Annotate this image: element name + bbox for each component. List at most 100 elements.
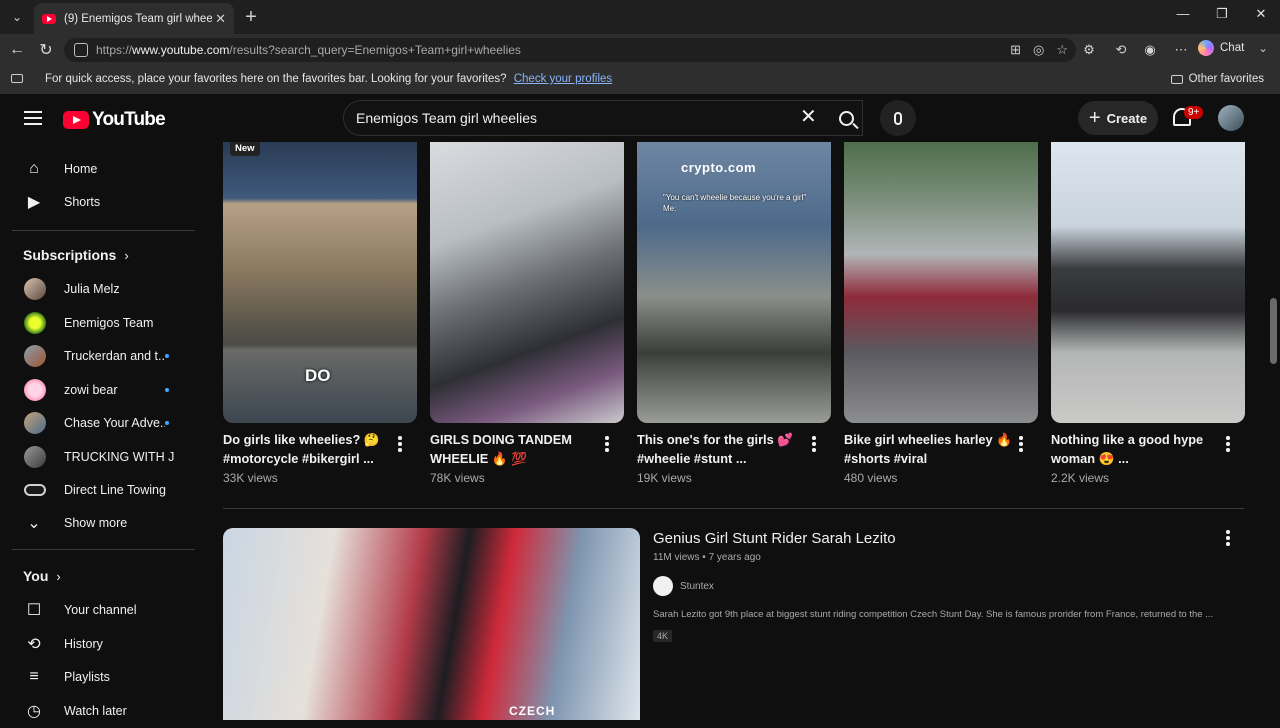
video-metadata: 11M views • 7 years ago (653, 552, 761, 563)
sidebar-item-playlists[interactable]: ≡ Playlists (12, 660, 192, 694)
short-views: 19K views (637, 471, 692, 485)
chevron-right-icon: › (124, 248, 129, 263)
sidebar-item-subscription[interactable]: Julia Melz (12, 272, 192, 306)
subscriptions-header[interactable]: Subscriptions › (23, 247, 129, 263)
scrollbar-thumb[interactable] (1270, 298, 1277, 364)
youtube-play-icon (63, 111, 89, 129)
tab-actions-menu-icon[interactable]: ⌄ (6, 6, 28, 28)
short-card[interactable]: crypto.com "You can't wheelie because yo… (637, 142, 831, 485)
short-title[interactable]: Nothing like a good hype woman 😍 ... (1051, 430, 1221, 468)
favorites-bar: For quick access, place your favorites h… (0, 66, 1280, 94)
more-options-icon[interactable]: ⋯ (1172, 42, 1190, 58)
window-close-icon[interactable]: ✕ (1246, 6, 1276, 22)
channel-name: Stuntex (680, 580, 714, 592)
sidebar-item-subscription[interactable]: Direct Line Towing (12, 473, 192, 507)
menu-icon[interactable] (24, 111, 42, 125)
search-input[interactable]: Enemigos Team girl wheelies (343, 100, 863, 136)
site-info-icon[interactable] (74, 43, 88, 57)
more-actions-icon[interactable] (1017, 436, 1025, 454)
subscription-name: Julia Melz (64, 282, 120, 296)
short-thumbnail[interactable]: crypto.com "You can't wheelie because yo… (637, 142, 831, 423)
video-title[interactable]: Genius Girl Stunt Rider Sarah Lezito (653, 530, 896, 547)
url-path: /results?search_query=Enemigos+Team+girl… (229, 43, 521, 57)
show-more-button[interactable]: ⌄ Show more (12, 506, 192, 540)
short-title[interactable]: Do girls like wheelies? 🤔 #motorcycle #b… (223, 430, 393, 468)
refresh-icon[interactable]: ↻ (36, 40, 56, 60)
short-title[interactable]: Bike girl wheelies harley 🔥 #shorts #vir… (844, 430, 1014, 468)
chevron-down-icon: ⌄ (27, 515, 41, 532)
short-views: 33K views (223, 471, 278, 485)
sidebar-item-subscription[interactable]: TRUCKING WITH J... (12, 440, 192, 474)
video-thumbnail[interactable]: CZECH (223, 528, 640, 720)
back-icon[interactable]: ← (7, 40, 27, 60)
clear-search-icon[interactable]: ✕ (800, 106, 817, 128)
tab-close-icon[interactable]: ✕ (215, 11, 226, 27)
sidebar-item-home[interactable]: ⌂ Home (12, 152, 192, 186)
short-card[interactable]: Nothing like a good hype woman 😍 ... 2.2… (1051, 142, 1245, 485)
favorite-star-icon[interactable]: ☆ (1056, 42, 1068, 58)
short-title[interactable]: GIRLS DOING TANDEM WHEELIE 🔥 💯 (430, 430, 600, 468)
url-prefix: https:// (96, 43, 133, 57)
subscription-name: zowi bear (64, 383, 118, 397)
short-thumbnail[interactable] (1051, 142, 1245, 423)
short-card[interactable]: GIRLS DOING TANDEM WHEELIE 🔥 💯 78K views (430, 142, 624, 485)
short-title[interactable]: This one's for the girls 💕 #wheelie #stu… (637, 430, 807, 468)
channel-avatar (24, 379, 46, 401)
microphone-icon (894, 111, 902, 125)
more-actions-icon[interactable] (810, 436, 818, 454)
short-thumbnail[interactable] (430, 142, 624, 423)
sidebar-item-label: Shorts (64, 195, 101, 209)
video-channel[interactable]: Stuntex (653, 576, 714, 596)
arena-sign-text: crypto.com (681, 160, 757, 175)
video-views: 11M views (653, 552, 700, 563)
more-actions-icon[interactable] (1224, 530, 1232, 548)
sidebar-item-your-channel[interactable]: ☐ Your channel (12, 593, 192, 627)
channel-avatar (24, 345, 46, 367)
short-thumbnail[interactable] (844, 142, 1038, 423)
youtube-masthead: YouTube Enemigos Team girl wheelies ✕ + … (0, 94, 1280, 142)
thumbnail-caption: "You can't wheelie because you're a girl… (663, 193, 807, 213)
history-icon[interactable]: ⟲ (1112, 42, 1130, 58)
new-tab-button[interactable]: + (240, 6, 262, 28)
account-avatar[interactable] (1218, 105, 1244, 131)
voice-search-button[interactable] (880, 100, 916, 136)
short-card[interactable]: New DO Do girls like wheelies? 🤔 #motorc… (223, 142, 417, 485)
app-available-icon[interactable]: ⊞ (1010, 42, 1021, 58)
sidebar-item-history[interactable]: ⟲ History (12, 627, 192, 661)
youtube-logo[interactable]: YouTube (63, 109, 166, 131)
maximize-icon[interactable]: ❐ (1207, 6, 1237, 22)
channel-avatar (24, 412, 46, 434)
notification-count-badge: 9+ (1184, 106, 1204, 119)
create-button[interactable]: + Create (1078, 101, 1158, 135)
sidebar-item-subscription[interactable]: zowi bear (12, 373, 192, 407)
other-favorites-button[interactable]: Other favorites (1170, 73, 1264, 85)
address-bar-input[interactable]: https://www.youtube.com/results?search_q… (64, 38, 1076, 62)
sidebar-item-shorts[interactable]: ▶ Shorts (12, 185, 192, 219)
minimize-icon[interactable]: — (1168, 6, 1198, 21)
favorites-message-text: For quick access, place your favorites h… (45, 73, 507, 85)
browser-tab-active[interactable]: (9) Enemigos Team girl wheelies - ✕ (34, 3, 234, 34)
chevron-down-icon[interactable]: ⌄ (1258, 41, 1268, 55)
you-header[interactable]: You › (23, 568, 61, 584)
section-divider (223, 508, 1244, 509)
new-content-indicator (165, 354, 169, 358)
short-card[interactable]: Bike girl wheelies harley 🔥 #shorts #vir… (844, 142, 1038, 485)
sidebar-item-subscription[interactable]: Enemigos Team (12, 306, 192, 340)
sidebar-item-watch-later[interactable]: ◷ Watch later (12, 694, 192, 728)
copilot-chat-button[interactable]: Chat ⌄ (1198, 40, 1268, 56)
check-profiles-link[interactable]: Check your profiles (514, 73, 612, 85)
more-actions-icon[interactable] (1224, 436, 1232, 454)
tracking-prevention-icon[interactable]: ◎ (1033, 42, 1044, 58)
extensions-icon[interactable]: ⚙ (1080, 42, 1098, 58)
page-scrollbar[interactable] (1268, 96, 1280, 720)
search-button[interactable] (828, 100, 864, 136)
sidebar-item-subscription[interactable]: Chase Your Adve... (12, 406, 192, 440)
short-thumbnail[interactable]: New DO (223, 142, 417, 423)
sidebar-item-subscription[interactable]: Truckerdan and t... (12, 339, 192, 373)
more-actions-icon[interactable] (396, 436, 404, 454)
channel-avatar (24, 312, 46, 334)
home-icon: ⌂ (29, 160, 39, 177)
profile-icon[interactable]: ◉ (1141, 42, 1159, 58)
short-views: 78K views (430, 471, 485, 485)
more-actions-icon[interactable] (603, 436, 611, 454)
